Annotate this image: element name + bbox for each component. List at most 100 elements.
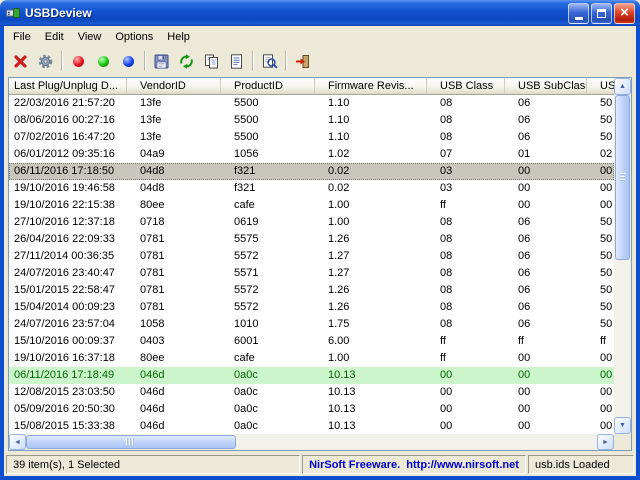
column-header-productid[interactable]: ProductID	[221, 78, 315, 95]
table-row[interactable]: 05/09/2016 20:50:30046d0a0c10.13000000	[9, 401, 614, 418]
green-dot-button[interactable]	[91, 49, 116, 73]
column-header-usb-subclass[interactable]: USB SubClass	[505, 78, 587, 95]
table-row[interactable]: 07/02/2016 16:47:2013fe55001.10080650	[9, 129, 614, 146]
table-cell: 0781	[127, 231, 221, 248]
properties-button[interactable]	[224, 49, 249, 73]
table-cell: 06	[505, 299, 587, 316]
table-row[interactable]: 22/03/2016 21:57:2013fe55001.10080650	[9, 95, 614, 112]
table-row[interactable]: 19/10/2016 19:46:5804d8f3210.02030000	[9, 180, 614, 197]
scroll-right-button[interactable]	[597, 434, 614, 450]
table-cell: 1.10	[315, 129, 427, 146]
scroll-left-button[interactable]	[9, 434, 26, 450]
scroll-down-button[interactable]	[614, 417, 631, 434]
table-row[interactable]: 26/04/2016 22:09:33078155751.26080650	[9, 231, 614, 248]
table-cell: 50	[587, 95, 614, 112]
table-cell: 0.02	[315, 180, 427, 197]
menu-help[interactable]: Help	[160, 28, 197, 46]
table-cell: 06	[505, 231, 587, 248]
table-row[interactable]: 12/08/2015 23:03:50046d0a0c10.13000000	[9, 384, 614, 401]
maximize-button[interactable]	[591, 3, 612, 24]
exit-button[interactable]	[290, 49, 315, 73]
table-row[interactable]: 15/01/2015 22:58:47078155721.26080650	[9, 282, 614, 299]
table-cell: f321	[221, 163, 315, 180]
table-cell: 26/04/2016 22:09:33	[9, 231, 127, 248]
table-row[interactable]: 06/01/2012 09:35:1604a910561.02070102	[9, 146, 614, 163]
table-cell: 04d8	[127, 180, 221, 197]
table-row[interactable]: 19/10/2016 16:37:1880eecafe1.00ff0000	[9, 350, 614, 367]
table-cell: 07	[427, 146, 505, 163]
red-dot-button[interactable]	[66, 49, 91, 73]
table-row[interactable]: 06/11/2016 17:18:5004d8f3210.02030000	[9, 163, 614, 180]
list-header: Last Plug/Unplug D... VendorID ProductID…	[9, 78, 614, 95]
table-row[interactable]: 15/04/2014 00:09:23078155721.26080650	[9, 299, 614, 316]
horizontal-scrollbar-thumb[interactable]	[26, 435, 236, 449]
gear-button[interactable]	[33, 49, 58, 73]
table-cell: 22/03/2016 21:57:20	[9, 95, 127, 112]
table-cell: 6.00	[315, 333, 427, 350]
menu-file[interactable]: File	[6, 28, 38, 46]
table-cell: 03	[427, 180, 505, 197]
table-row[interactable]: 27/10/2016 12:37:18071806191.00080650	[9, 214, 614, 231]
table-cell: 0781	[127, 299, 221, 316]
status-nirsoft-link[interactable]: NirSoft Freeware. http://www.nirsoft.net	[302, 455, 526, 474]
table-row[interactable]: 06/11/2016 17:18:49046d0a0c10.13000000	[9, 367, 614, 384]
minimize-button[interactable]	[568, 3, 589, 24]
table-cell: 08	[427, 248, 505, 265]
table-row[interactable]: 19/10/2016 22:15:3880eecafe1.00ff0000	[9, 197, 614, 214]
horizontal-scrollbar[interactable]	[9, 434, 614, 450]
table-cell: 0a0c	[221, 384, 315, 401]
table-cell: 10.13	[315, 401, 427, 418]
column-header-last-plug-unplug[interactable]: Last Plug/Unplug D...	[9, 78, 127, 95]
table-cell: 06	[505, 316, 587, 333]
copy-button[interactable]	[199, 49, 224, 73]
table-cell: ff	[587, 333, 614, 350]
table-cell: 06	[505, 129, 587, 146]
table-cell: 00	[427, 401, 505, 418]
table-cell: 27/11/2014 00:36:35	[9, 248, 127, 265]
menu-view[interactable]: View	[71, 28, 109, 46]
table-row[interactable]: 24/07/2016 23:57:04105810101.75080650	[9, 316, 614, 333]
table-cell: 6001	[221, 333, 315, 350]
table-row[interactable]: 15/08/2015 15:33:38046d0a0c10.13000000	[9, 418, 614, 434]
save-button[interactable]	[149, 49, 174, 73]
properties-icon	[228, 53, 245, 70]
table-cell: 046d	[127, 367, 221, 384]
table-cell: 1.26	[315, 299, 427, 316]
table-cell: 1010	[221, 316, 315, 333]
table-cell: ff	[427, 333, 505, 350]
table-row[interactable]: 27/11/2014 00:36:35078155721.27080650	[9, 248, 614, 265]
table-cell: 50	[587, 316, 614, 333]
table-cell: 06	[505, 214, 587, 231]
table-cell: 27/10/2016 12:37:18	[9, 214, 127, 231]
close-button[interactable]	[614, 3, 635, 24]
table-cell: 5575	[221, 231, 315, 248]
table-cell: 06/11/2016 17:18:49	[9, 367, 127, 384]
title-bar[interactable]: USBDeview	[0, 0, 640, 26]
column-header-usb-protocol[interactable]: USB...	[587, 78, 614, 95]
refresh-button[interactable]	[174, 49, 199, 73]
blue-dot-button[interactable]	[116, 49, 141, 73]
scroll-up-button[interactable]	[614, 78, 631, 95]
table-row[interactable]: 15/10/2016 00:09:37040360016.00ffffff	[9, 333, 614, 350]
menu-options[interactable]: Options	[108, 28, 160, 46]
table-row[interactable]: 24/07/2016 23:40:47078155711.27080650	[9, 265, 614, 282]
vertical-scrollbar-thumb[interactable]	[615, 95, 630, 260]
vertical-scrollbar[interactable]	[614, 78, 631, 434]
table-cell: 80ee	[127, 197, 221, 214]
table-cell: 1056	[221, 146, 315, 163]
table-cell: 80ee	[127, 350, 221, 367]
table-cell: 1.27	[315, 265, 427, 282]
table-row[interactable]: 08/06/2016 00:27:1613fe55001.10080650	[9, 112, 614, 129]
menu-edit[interactable]: Edit	[38, 28, 71, 46]
column-header-usb-class[interactable]: USB Class	[427, 78, 505, 95]
table-cell: 15/01/2015 22:58:47	[9, 282, 127, 299]
column-header-firmware-revision[interactable]: Firmware Revis...	[315, 78, 427, 95]
table-cell: 50	[587, 112, 614, 129]
uninstall-button[interactable]	[8, 49, 33, 73]
find-button[interactable]	[257, 49, 282, 73]
table-cell: 0a0c	[221, 401, 315, 418]
table-cell: 00	[587, 367, 614, 384]
table-cell: 01	[505, 146, 587, 163]
exit-icon	[294, 53, 311, 70]
column-header-vendorid[interactable]: VendorID	[127, 78, 221, 95]
